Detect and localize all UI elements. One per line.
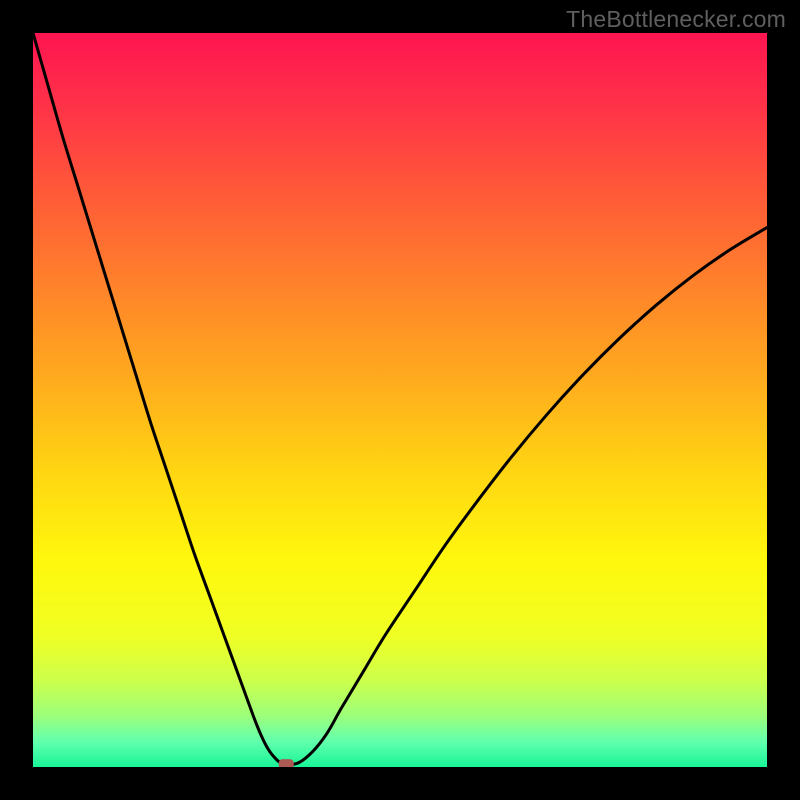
optimal-point-marker xyxy=(279,759,294,767)
watermark-text: TheBottlenecker.com xyxy=(566,6,786,33)
chart-frame: TheBottlenecker.com xyxy=(0,0,800,800)
chart-svg xyxy=(33,33,767,767)
chart-plot-area xyxy=(33,33,767,767)
